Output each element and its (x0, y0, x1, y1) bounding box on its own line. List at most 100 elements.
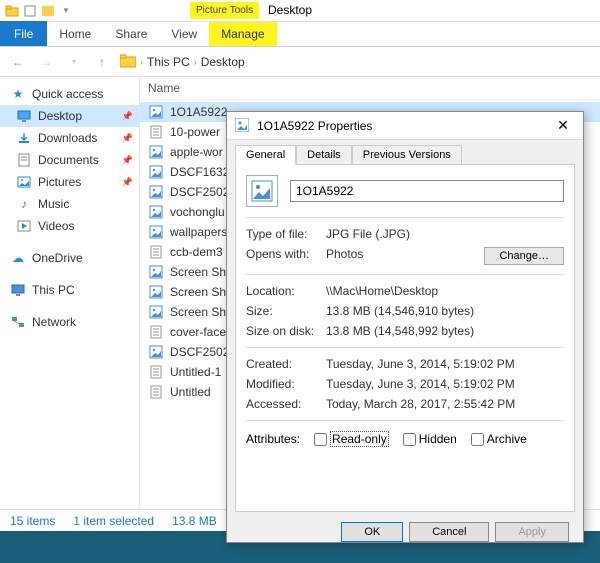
checkbox-icon[interactable] (22, 3, 38, 19)
column-header-name[interactable]: Name (140, 77, 600, 100)
sidebar-item-downloads[interactable]: Downloads 📌 (0, 127, 139, 149)
document-file-icon (148, 384, 164, 400)
file-name: Untitled (170, 385, 211, 399)
tree-label: Network (32, 315, 76, 329)
file-name: Untitled-1 (170, 365, 221, 379)
status-size: 13.8 MB (172, 514, 217, 528)
prop-label: Attributes: (246, 432, 300, 446)
checkbox-readonly[interactable] (314, 433, 327, 446)
history-dropdown[interactable]: ▾ (64, 52, 84, 72)
tab-manage[interactable]: Manage (209, 22, 276, 46)
prop-value-opens: Photos (326, 247, 484, 265)
image-file-icon (148, 224, 164, 240)
properties-dialog: 1O1A5922 Properties ✕ General Details Pr… (226, 111, 584, 543)
this-pc[interactable]: This PC (0, 279, 139, 301)
attr-hidden[interactable]: Hidden (403, 432, 457, 446)
title-bar: ▼ Picture Tools Desktop (0, 0, 600, 22)
tab-details[interactable]: Details (296, 145, 352, 165)
document-file-icon (148, 124, 164, 140)
chevron-right-icon[interactable]: › (140, 57, 143, 67)
tab-view[interactable]: View (159, 22, 209, 46)
filename-input[interactable] (290, 180, 564, 202)
apply-button[interactable]: Apply (495, 522, 569, 542)
up-button[interactable]: ↑ (92, 52, 112, 72)
image-file-icon (148, 284, 164, 300)
sidebar-item-videos[interactable]: Videos (0, 215, 139, 237)
onedrive[interactable]: ☁ OneDrive (0, 247, 139, 269)
file-name: 10-power (170, 125, 220, 139)
prop-value-accessed: Today, March 28, 2017, 2:55:42 PM (326, 397, 564, 411)
prop-label: Opens with: (246, 247, 326, 265)
image-file-icon (148, 304, 164, 320)
pin-icon: 📌 (122, 177, 133, 188)
folder-icon (120, 54, 136, 70)
monitor-icon (10, 282, 26, 298)
file-name: 1O1A5922 (170, 105, 227, 119)
tab-previous-versions[interactable]: Previous Versions (352, 145, 462, 165)
folder-small-icon[interactable] (40, 3, 56, 19)
change-button[interactable]: Change… (484, 247, 564, 265)
tree-label: Quick access (32, 87, 103, 101)
ok-button[interactable]: OK (341, 522, 403, 542)
tab-share[interactable]: Share (103, 22, 159, 46)
ribbon: File Home Share View Manage (0, 22, 600, 47)
quick-access[interactable]: ★ Quick access (0, 83, 139, 105)
checkbox-archive[interactable] (471, 433, 484, 446)
pin-icon: 📌 (122, 133, 133, 144)
checkbox-hidden[interactable] (403, 433, 416, 446)
sidebar-item-pictures[interactable]: Pictures 📌 (0, 171, 139, 193)
tree-label: Pictures (38, 175, 81, 189)
cloud-icon: ☁ (10, 250, 26, 266)
document-file-icon (148, 324, 164, 340)
sidebar-item-desktop[interactable]: Desktop📌 (0, 105, 139, 127)
prop-label: Created: (246, 357, 326, 371)
sidebar-item-documents[interactable]: Documents📌 (0, 149, 139, 171)
file-name: DSCF1632 (170, 165, 229, 179)
back-button[interactable]: ← (8, 52, 28, 72)
dialog-buttons: OK Cancel Apply (227, 512, 583, 552)
tree-label: This PC (32, 283, 75, 297)
file-name: apple-wor (170, 145, 223, 159)
tree-label: Videos (38, 219, 74, 233)
prop-label: Location: (246, 284, 326, 298)
context-tab-label: Picture Tools (190, 2, 259, 19)
document-file-icon (148, 364, 164, 380)
tree-label: Downloads (38, 131, 97, 145)
tab-home[interactable]: Home (47, 22, 103, 46)
tab-general[interactable]: General (235, 145, 296, 165)
attr-archive[interactable]: Archive (471, 432, 527, 446)
image-file-icon (148, 344, 164, 360)
pictures-icon (16, 174, 32, 190)
tree-label: Desktop (38, 109, 82, 123)
network-icon (10, 314, 26, 330)
dropdown-icon[interactable]: ▼ (58, 3, 74, 19)
document-file-icon (148, 244, 164, 260)
cancel-button[interactable]: Cancel (409, 522, 489, 542)
dialog-title: 1O1A5922 Properties (257, 119, 551, 133)
file-name: vochonglu (170, 205, 225, 219)
close-button[interactable]: ✕ (551, 114, 575, 138)
network[interactable]: Network (0, 311, 139, 333)
videos-icon (16, 218, 32, 234)
forward-button[interactable]: → (36, 52, 56, 72)
image-file-icon (246, 175, 278, 207)
dialog-titlebar: 1O1A5922 Properties ✕ (227, 112, 583, 140)
file-name: DSCF2502 (170, 185, 229, 199)
file-name: Screen Sho (170, 285, 233, 299)
window-title: Desktop (268, 3, 312, 17)
file-tab[interactable]: File (0, 21, 47, 46)
music-icon: ♪ (16, 196, 32, 212)
chevron-right-icon[interactable]: › (194, 57, 197, 67)
file-name: ccb-dem3 (170, 245, 223, 259)
sidebar-item-music[interactable]: ♪Music (0, 193, 139, 215)
attr-readonly[interactable]: Read-only (314, 431, 389, 447)
image-file-icon (235, 118, 251, 134)
breadcrumb[interactable]: › This PC › Desktop (120, 54, 592, 70)
navigation-pane: ★ Quick access Desktop📌Downloads📌Documen… (0, 77, 140, 509)
status-item-count: 15 items (10, 514, 55, 528)
tree-label: OneDrive (32, 251, 83, 265)
breadcrumb-desktop[interactable]: Desktop (201, 55, 245, 69)
prop-value-created: Tuesday, June 3, 2014, 5:19:02 PM (326, 357, 564, 371)
image-file-icon (148, 144, 164, 160)
breadcrumb-thispc[interactable]: This PC (147, 55, 190, 69)
